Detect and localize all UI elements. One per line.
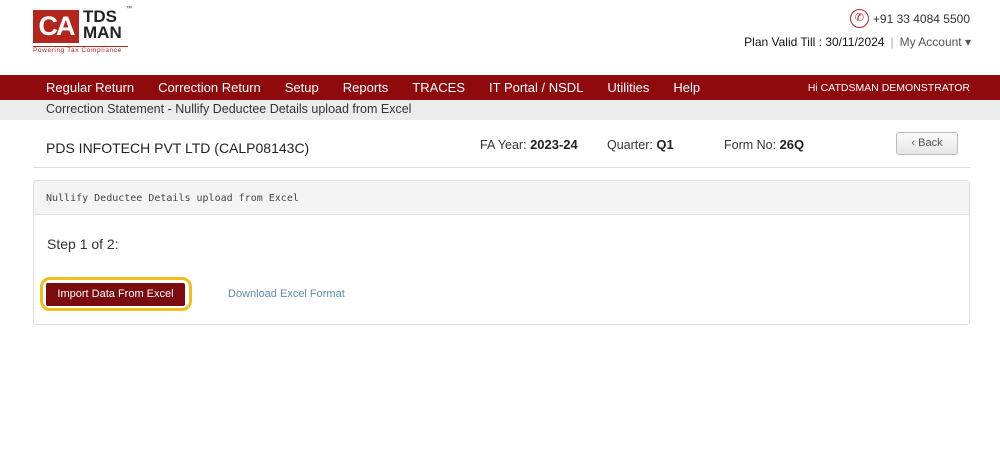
- phone-number: +91 33 4084 5500: [872, 11, 970, 26]
- my-account-dropdown[interactable]: My Account ▾: [900, 35, 971, 49]
- user-greeting: Hi CATDSMAN DEMONSTRATOR: [807, 81, 970, 94]
- nav-it-portal[interactable]: IT Portal / NSDL: [489, 80, 583, 95]
- nav-help[interactable]: Help: [673, 80, 700, 95]
- chevron-left-icon: ‹: [911, 137, 916, 149]
- nav-traces[interactable]: TRACES: [412, 80, 465, 95]
- logo-name: TDS MAN: [83, 7, 122, 42]
- phone-icon: ✆: [849, 9, 869, 28]
- nav-regular-return[interactable]: Regular Return: [46, 80, 134, 95]
- nav-reports[interactable]: Reports: [343, 80, 389, 95]
- trademark: ™: [126, 6, 132, 12]
- plan-info: Plan Valid Till : 30/11/2024 | My Account …: [744, 35, 971, 49]
- download-excel-format-link[interactable]: Download Excel Format: [228, 288, 345, 300]
- company-name: PDS INFOTECH PVT LTD (CALP08143C): [46, 140, 310, 156]
- separator: |: [890, 35, 894, 49]
- nav-setup[interactable]: Setup: [285, 80, 319, 95]
- logo-mark: CA: [33, 10, 79, 43]
- nav-utilities[interactable]: Utilities: [607, 80, 649, 95]
- main-nav: Regular Return Correction Return Setup R…: [0, 75, 1000, 100]
- nav-correction-return[interactable]: Correction Return: [158, 80, 261, 95]
- fa-year: FA Year: 2023-24: [480, 137, 578, 152]
- plan-valid-till: Plan Valid Till : 30/11/2024: [744, 35, 885, 49]
- step-indicator: Step 1 of 2:: [47, 236, 119, 252]
- support-phone: ✆ +91 33 4084 5500: [849, 9, 970, 28]
- breadcrumb: Correction Statement - Nullify Deductee …: [0, 100, 1000, 120]
- nullify-panel: Nullify Deductee Details upload from Exc…: [33, 180, 970, 325]
- back-button[interactable]: ‹ Back: [896, 132, 958, 155]
- form-no: Form No: 26Q: [724, 137, 805, 152]
- quarter: Quarter: Q1: [607, 137, 674, 152]
- tdsman-logo[interactable]: CA TDS MAN ™ Powering Tax Compliance: [33, 6, 133, 56]
- statement-info: PDS INFOTECH PVT LTD (CALP08143C) FA Yea…: [33, 122, 970, 168]
- panel-title: Nullify Deductee Details upload from Exc…: [34, 181, 969, 215]
- import-data-button[interactable]: Import Data From Excel: [46, 283, 185, 306]
- logo-tagline: Powering Tax Compliance: [33, 46, 128, 54]
